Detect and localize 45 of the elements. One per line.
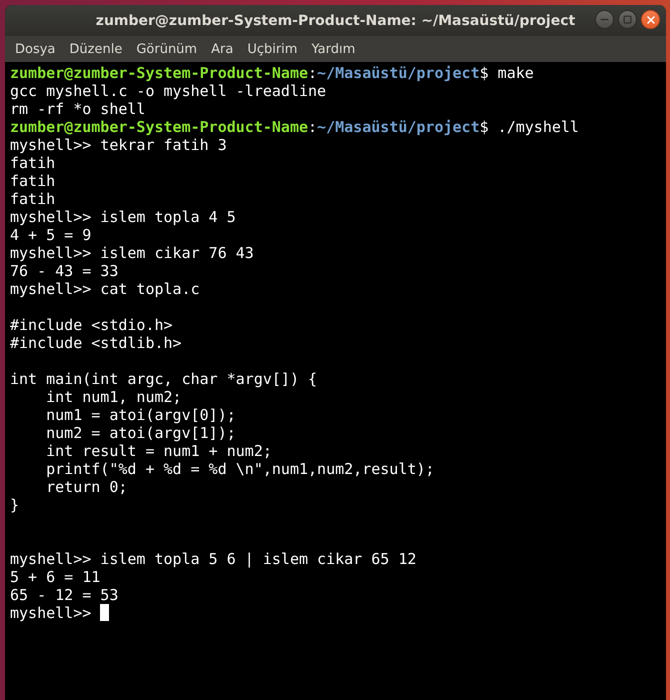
output-line: fatih — [10, 190, 56, 208]
minimize-button[interactable] — [595, 10, 614, 29]
output-line: 5 + 6 = 11 — [10, 568, 100, 586]
output-line: 65 - 12 = 53 — [10, 586, 118, 604]
output-line: fatih — [10, 154, 56, 172]
command-text: $ ./myshell — [480, 118, 579, 136]
output-line: int result = num1 + num2; — [45, 442, 272, 460]
prompt-user: zumber@zumber-System-Product-Name — [10, 118, 308, 136]
shell-prompt: myshell>> — [10, 604, 92, 622]
prompt-user: zumber@zumber-System-Product-Name — [10, 64, 308, 82]
output-line: fatih — [10, 172, 56, 190]
output-line: #include <stdlib.h> — [10, 334, 182, 352]
menu-item[interactable]: Dosya — [8, 42, 62, 56]
menu-item[interactable]: Uçbirim — [240, 42, 304, 56]
output-line: } — [10, 496, 20, 514]
text-cursor — [100, 604, 110, 621]
menu-item[interactable]: Görünüm — [129, 42, 204, 56]
prompt-path: ~/Masaüstü/project — [317, 118, 480, 136]
close-icon — [644, 14, 656, 26]
prompt-separator: : — [308, 64, 318, 82]
output-line: myshell>> islem topla 4 5 — [10, 208, 236, 226]
output-line: num1 = atoi(argv[0]); — [45, 406, 236, 424]
output-line: num2 = atoi(argv[1]); — [45, 424, 236, 442]
close-button[interactable] — [641, 10, 660, 29]
output-line: myshell>> islem topla 5 6 | islem cikar 65 12 — [10, 550, 416, 568]
output-line: printf("%d + %d = %d \n",num1,num2,result); — [45, 460, 434, 478]
command-text: $ make — [480, 64, 534, 82]
output-line: int main(int argc, char *argv[]) { — [10, 370, 318, 388]
menu-item[interactable]: Yardım — [304, 42, 362, 56]
output-line: rm -rf *o shell — [10, 100, 146, 118]
output-line: myshell>> cat topla.c — [10, 280, 200, 298]
output-line: #include <stdio.h> — [10, 316, 173, 334]
output-line: myshell>> islem cikar 76 43 — [10, 244, 254, 262]
output-line: gcc myshell.c -o myshell -lreadline — [10, 82, 326, 100]
prompt-separator: : — [308, 118, 318, 136]
output-line: 4 + 5 = 9 — [10, 226, 92, 244]
window-title: zumber@zumber-System-Product-Name: ~/Masaüstü/project — [96, 12, 576, 28]
menu-item[interactable]: Düzenle — [62, 42, 130, 56]
menu-item[interactable]: Ara — [204, 42, 240, 56]
output-line: int num1, num2; — [45, 388, 182, 406]
output-line: 76 - 43 = 33 — [10, 262, 118, 280]
maximize-icon — [623, 15, 632, 24]
output-line: return 0; — [45, 478, 128, 496]
output-line: myshell>> tekrar fatih 3 — [10, 136, 227, 154]
prompt-path: ~/Masaüstü/project — [317, 64, 480, 82]
